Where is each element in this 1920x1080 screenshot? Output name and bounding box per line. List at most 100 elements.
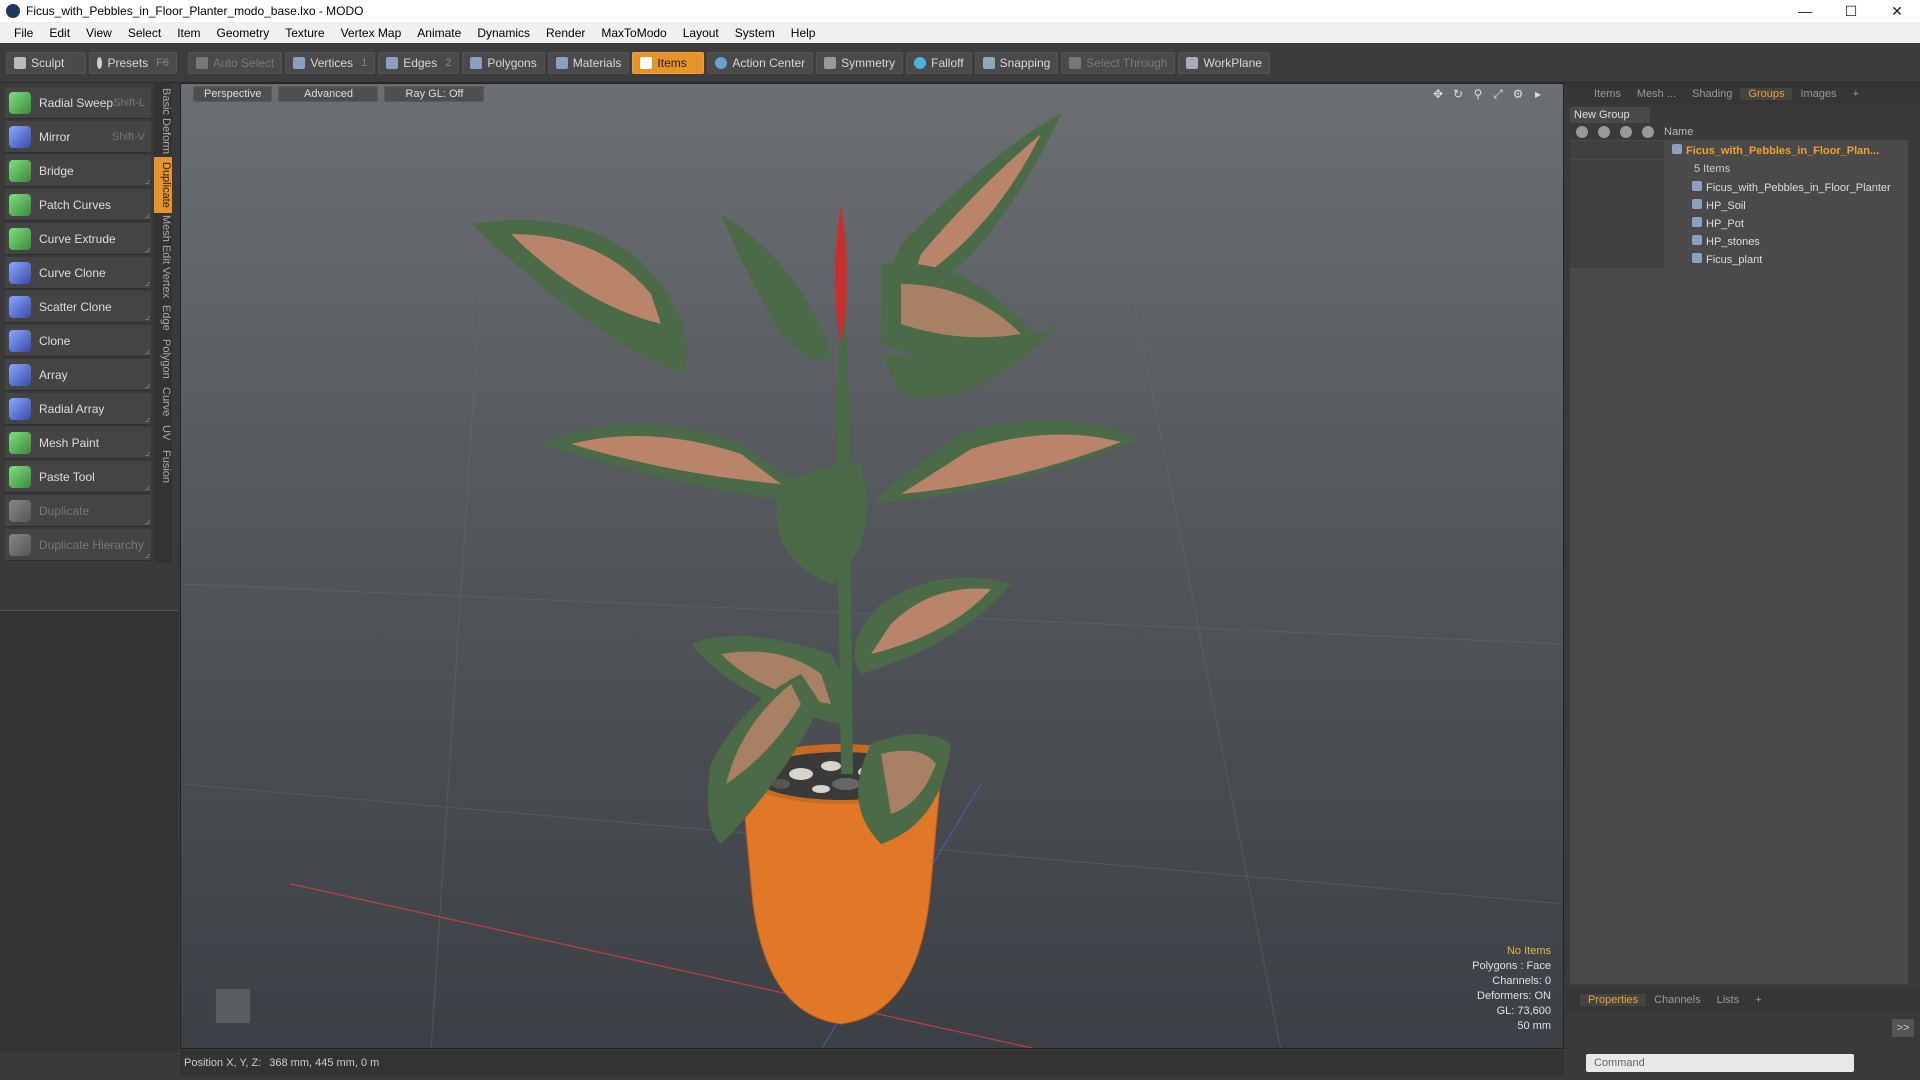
tree-item-label: HP_Soil [1706, 199, 1746, 212]
vtab-mesh-edit[interactable]: Mesh Edit [154, 213, 172, 265]
focal-length-info: 50 mm [1517, 1020, 1551, 1032]
tool-patch-curves[interactable]: Patch Curves [5, 189, 151, 221]
group-row[interactable]: Ficus_with_Pebbles_in_Floor_Plan... [1570, 140, 1908, 160]
tab-channels[interactable]: Channels [1646, 994, 1708, 1006]
tool-mirror[interactable]: Mirror Shift-V [5, 121, 151, 153]
menu-render[interactable]: Render [538, 26, 593, 40]
menu-select[interactable]: Select [120, 26, 169, 40]
options-corner-icon [145, 180, 149, 184]
minimize-button[interactable]: — [1782, 0, 1828, 22]
duplicate-hierarchy-icon [9, 533, 31, 556]
paste-tool-icon [9, 465, 31, 488]
items-button[interactable]: Items [632, 51, 705, 74]
expand-button[interactable]: >> [1892, 1019, 1914, 1037]
tree-item[interactable]: HP_Soil [1570, 196, 1908, 214]
tab-mesh[interactable]: Mesh ... [1629, 88, 1684, 100]
tree-item[interactable]: Ficus_with_Pebbles_in_Floor_Planter [1570, 178, 1908, 196]
render-column-icon[interactable] [1598, 126, 1610, 138]
menu-item[interactable]: Item [169, 26, 208, 40]
options-corner-icon [145, 384, 149, 388]
auto-select-button[interactable]: Auto Select [188, 51, 283, 74]
polygons-button[interactable]: Polygons [462, 51, 545, 74]
tool-curve-extrude[interactable]: Curve Extrude [5, 223, 151, 255]
vtab-polygon[interactable]: Polygon [154, 335, 172, 383]
menu-layout[interactable]: Layout [675, 26, 727, 40]
modo-logo-icon [6, 4, 20, 18]
tool-radial-sweep[interactable]: Radial Sweep Shift-L [5, 87, 151, 119]
tool-duplicate-hierarchy[interactable]: Duplicate Hierarchy [5, 529, 151, 561]
materials-button[interactable]: Materials [547, 51, 630, 74]
add-properties-tab-icon[interactable]: + [1747, 994, 1769, 1006]
tool-label: Curve Clone [39, 265, 106, 280]
tool-clone[interactable]: Clone [5, 325, 151, 357]
vtab-fusion[interactable]: Fusion [154, 445, 172, 489]
vtab-basic[interactable]: Basic [154, 87, 172, 115]
selection-info: No Items [1506, 945, 1551, 957]
visibility-column-icon[interactable] [1576, 126, 1588, 138]
vtab-curve[interactable]: Curve [154, 383, 172, 421]
new-group-button[interactable]: New Group [1570, 107, 1650, 123]
tab-items[interactable]: Items [1586, 88, 1629, 100]
tool-panel: Radial Sweep Shift-L Mirror Shift-V Bridge Pa… [0, 83, 178, 610]
menu-view[interactable]: View [78, 26, 120, 40]
vtab-edge[interactable]: Edge [154, 301, 172, 335]
properties-tabs: Properties Channels Lists + [1566, 990, 1920, 1010]
tool-bridge[interactable]: Bridge [5, 155, 151, 187]
falloff-button[interactable]: Falloff [906, 51, 972, 74]
radial-sweep-icon [9, 91, 31, 114]
tree-item-label: Ficus_plant [1706, 253, 1763, 266]
menu-system[interactable]: System [727, 26, 783, 40]
vtab-duplicate[interactable]: Duplicate [154, 157, 172, 213]
tool-paste-tool[interactable]: Paste Tool [5, 461, 151, 493]
vtab-vertex[interactable]: Vertex [154, 265, 172, 301]
menu-file[interactable]: File [6, 26, 41, 40]
action-center-icon [715, 56, 728, 69]
tool-radial-array[interactable]: Radial Array [5, 393, 151, 425]
action-center-button[interactable]: Action Center [707, 51, 814, 74]
vtab-deform[interactable]: Deform [154, 115, 172, 157]
tab-images[interactable]: Images [1792, 88, 1844, 100]
tool-label: Radial Array [39, 401, 105, 416]
mesh-icon [1692, 252, 1702, 263]
tree-item[interactable]: HP_Pot [1570, 214, 1908, 232]
3d-viewport[interactable]: Perspective Advanced Ray GL: Off ✥ ↻ ⚲ ⤢… [180, 83, 1564, 1049]
workplane-button[interactable]: WorkPlane [1178, 51, 1270, 74]
polygons-info: Polygons : Face [1472, 960, 1551, 972]
tab-groups[interactable]: Groups [1740, 88, 1793, 100]
menu-help[interactable]: Help [783, 26, 824, 40]
tool-curve-clone[interactable]: Curve Clone [5, 257, 151, 289]
menu-edit[interactable]: Edit [41, 26, 78, 40]
tab-lists[interactable]: Lists [1709, 994, 1748, 1006]
add-tab-icon[interactable]: + [1845, 88, 1867, 100]
command-input[interactable]: Command [1586, 1054, 1854, 1072]
select-through-button[interactable]: Select Through [1061, 51, 1176, 74]
plant-leaves [471, 114, 1141, 844]
tool-array[interactable]: Array [5, 359, 151, 391]
menu-animate[interactable]: Animate [409, 26, 469, 40]
vertices-button[interactable]: Vertices 1 [285, 51, 376, 74]
tab-properties[interactable]: Properties [1580, 994, 1647, 1006]
symmetry-button[interactable]: Symmetry [816, 51, 904, 74]
vtab-uv[interactable]: UV [154, 421, 172, 445]
maximize-button[interactable]: ☐ [1828, 0, 1874, 22]
snapping-button[interactable]: Snapping [974, 51, 1059, 74]
tool-scatter-clone[interactable]: Scatter Clone [5, 291, 151, 323]
select-column-icon[interactable] [1642, 126, 1654, 138]
menu-texture[interactable]: Texture [277, 26, 332, 40]
tab-shading[interactable]: Shading [1684, 88, 1740, 100]
menu-maxtomodo[interactable]: MaxToModo [593, 26, 674, 40]
tool-mesh-paint[interactable]: Mesh Paint [5, 427, 151, 459]
presets-button[interactable]: Presets F6 [89, 51, 177, 74]
menu-geometry[interactable]: Geometry [209, 26, 278, 40]
edges-button[interactable]: Edges 2 [378, 51, 460, 74]
menu-vertex-map[interactable]: Vertex Map [333, 26, 410, 40]
tool-label: Duplicate Hierarchy [39, 537, 144, 552]
lock-column-icon[interactable] [1620, 126, 1632, 138]
tree-item[interactable]: Ficus_plant [1570, 250, 1908, 268]
tool-duplicate[interactable]: Duplicate [5, 495, 151, 527]
sculpt-button[interactable]: Sculpt [6, 51, 86, 74]
options-corner-icon [145, 520, 149, 524]
menu-dynamics[interactable]: Dynamics [469, 26, 538, 40]
close-button[interactable]: ✕ [1874, 0, 1920, 22]
tree-item[interactable]: HP_stones [1570, 232, 1908, 250]
